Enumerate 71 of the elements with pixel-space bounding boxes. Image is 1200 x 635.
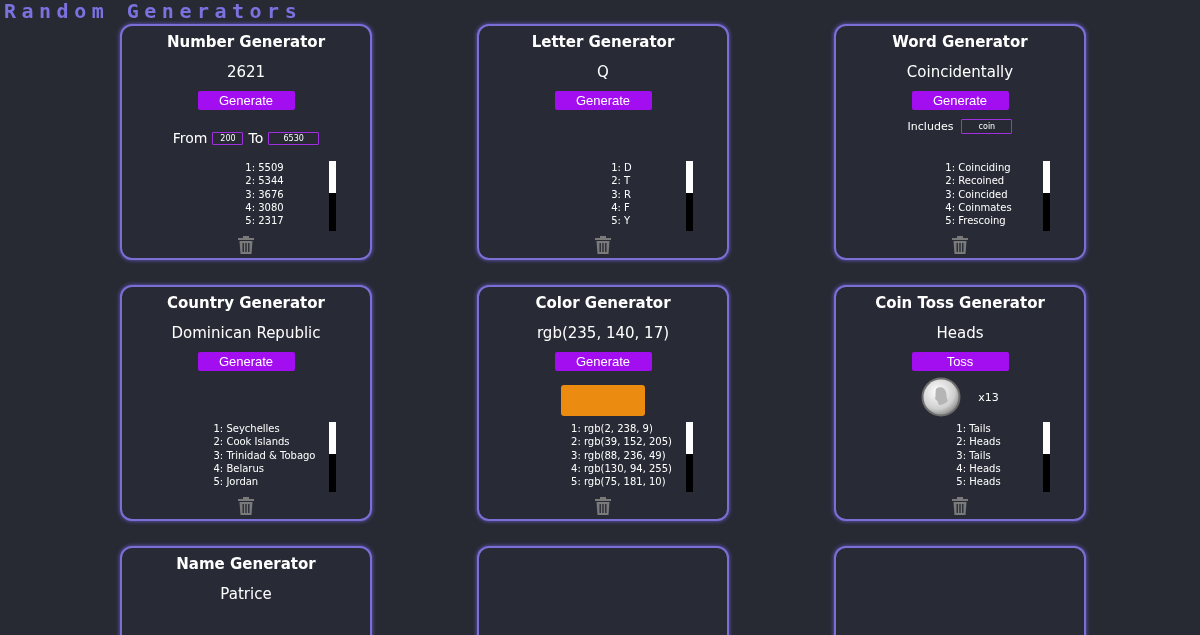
history-item: 3: 3676 [245,187,284,201]
card-title: Word Generator [892,33,1028,51]
generated-value: Coincidentally [906,63,1014,81]
trash-icon[interactable] [595,497,611,515]
history-item: 3: Tails [956,448,992,462]
page-title: Random Generators [4,1,303,21]
includes-input[interactable]: coin [961,119,1013,134]
history-item: 2: Heads [956,435,1001,449]
history-item: 4: rgb(130, 94, 255) [571,461,672,476]
trash-icon[interactable] [952,236,968,254]
generate-button[interactable]: Generate [554,91,652,110]
from-label: From [172,130,208,146]
history-item: 5: rgb(75, 181, 10) [571,475,667,489]
generate-button[interactable]: Generate [197,91,295,110]
history-item: 3: R [611,187,632,201]
card-title: Letter Generator [531,33,675,51]
history-item: 5: Frescoing [945,214,1007,228]
history-item: 1: Tails [956,422,992,436]
generated-value: Dominican Republic [171,324,321,342]
history-item: 3: rgb(88, 236, 49) [571,448,667,462]
coin-image [921,377,962,417]
history-item: 3: Coincided [945,187,1009,201]
generate-button[interactable]: Generate [911,91,1009,110]
history-item: 5: Heads [956,475,1001,489]
history-item: 1: D [611,161,632,175]
history-item: 4: Belarus [213,461,265,476]
scrollbar[interactable] [686,422,693,492]
generate-button[interactable]: Generate [197,352,295,371]
history-item: 2: T [611,174,632,188]
card-title: Number Generator [166,33,326,51]
trash-icon[interactable] [238,497,254,515]
history-item: 5: Jordan [213,475,260,489]
history-item: 2: Recoined [945,174,1006,188]
history-item: 1: rgb(2, 238, 9) [571,422,654,436]
history-item: 1: Seychelles [213,422,281,436]
history-item: 2: Cook Islands [213,435,291,449]
history-item: 5: Y [611,214,632,228]
scrollbar[interactable] [329,161,336,231]
to-input[interactable]: 6530 [268,131,320,145]
generated-value: rgb(235, 140, 17) [536,324,670,342]
generated-value: Heads [936,324,984,342]
generated-value: Q [597,63,609,81]
history-item: 1: 5509 [245,161,284,175]
generate-button[interactable]: Generate [554,352,652,371]
card-title: Color Generator [535,294,671,312]
card-title: Name Generator [176,555,316,573]
from-input[interactable]: 200 [212,131,244,145]
history-item: 4: Coinmates [945,200,1012,215]
history-item: 4: 3080 [245,200,284,215]
trash-icon[interactable] [952,497,968,515]
trash-icon[interactable] [238,236,254,254]
streak-count: x13 [978,390,999,404]
card-title: Country Generator [167,294,325,312]
scrollbar[interactable] [1043,161,1050,231]
history-item: 4: Heads [956,461,1001,476]
history-item: 3: Trinidad & Tobago [213,448,316,462]
generated-value: 2621 [226,63,266,81]
scrollbar[interactable] [1043,422,1050,492]
to-label: To [248,130,264,146]
includes-label: Includes [907,120,954,133]
scrollbar[interactable] [329,422,336,492]
card-title: Coin Toss Generator [875,294,1045,312]
generated-value: Patrice [220,585,272,603]
scrollbar[interactable] [686,161,693,231]
history-item: 4: F [611,200,631,215]
trash-icon[interactable] [595,236,611,254]
history-item: 2: rgb(39, 152, 205) [571,435,672,449]
history-item: 2: 5344 [245,174,284,188]
generate-button[interactable]: Toss [911,352,1009,371]
history-item: 5: 2317 [245,214,284,228]
history-item: 1: Coinciding [945,161,1012,175]
